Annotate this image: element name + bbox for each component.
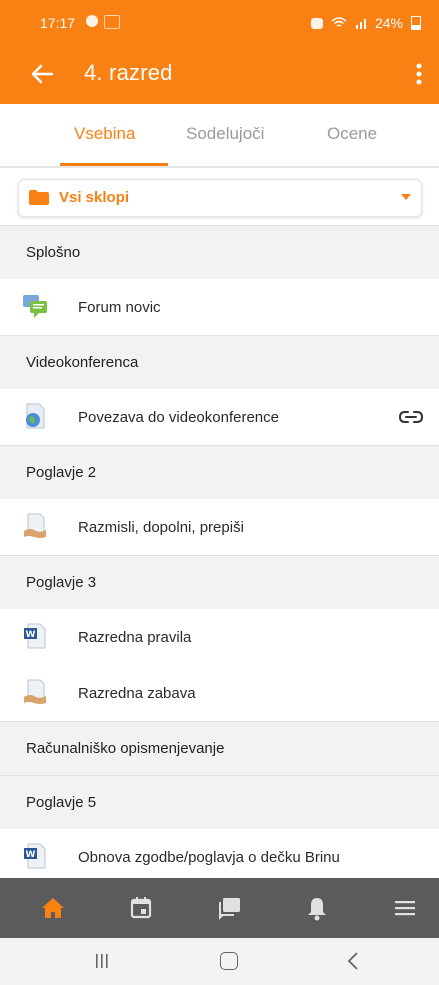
tab-vsebina[interactable]: Vsebina xyxy=(74,124,135,144)
item-label: Forum novic xyxy=(78,299,161,316)
item-label: Povezava do videokonference xyxy=(78,409,279,426)
section-title: Poglavje 2 xyxy=(26,464,97,481)
page-title: 4. razred xyxy=(84,60,173,85)
folder-icon xyxy=(29,190,49,205)
battery-icon xyxy=(411,16,421,30)
system-home-icon[interactable] xyxy=(220,952,238,970)
alarm-icon xyxy=(310,17,323,29)
bottom-navigation xyxy=(0,878,439,938)
svg-text:W: W xyxy=(26,850,36,860)
battery-percent: 24% xyxy=(374,15,403,31)
back-arrow-icon[interactable] xyxy=(24,56,60,92)
section-header: Videokonferenca xyxy=(0,335,439,390)
system-back-icon[interactable] xyxy=(346,951,360,971)
section-title: Računalniško opismenjevanje xyxy=(26,740,225,757)
status-time: 17:17 xyxy=(40,15,76,31)
section-filter-dropdown[interactable]: Vsi sklopi xyxy=(18,179,422,217)
item-label: Obnova zgodbe/poglavja o dečku Brinu xyxy=(78,849,340,866)
link-icon[interactable] xyxy=(399,407,423,427)
messages-icon[interactable] xyxy=(214,893,244,923)
section-header: Poglavje 5 xyxy=(0,775,439,830)
item-label: Razredna zabava xyxy=(78,685,196,702)
section-header: Splošno xyxy=(0,225,439,280)
signal-icon xyxy=(355,19,366,29)
more-options-icon[interactable] xyxy=(407,56,431,92)
recent-apps-icon[interactable] xyxy=(95,954,109,968)
tab-ocene[interactable]: Ocene xyxy=(327,124,377,144)
wifi-icon xyxy=(331,17,347,27)
tab-bar: Vsebina Sodelujoči Ocene xyxy=(0,104,439,168)
filter-selected-value: Vsi sklopi xyxy=(59,189,130,206)
assignment-icon xyxy=(24,513,46,538)
url-icon xyxy=(26,403,45,429)
gallery-icon xyxy=(104,15,120,29)
item-label: Razredna pravila xyxy=(78,629,192,646)
list-item-forum-novic[interactable]: Forum novic xyxy=(0,279,439,336)
svg-text:W: W xyxy=(26,630,36,640)
section-title: Poglavje 5 xyxy=(26,794,97,811)
item-label: Razmisli, dopolni, prepiši xyxy=(78,519,244,536)
notification-icon xyxy=(86,15,98,27)
active-tab-indicator xyxy=(60,163,168,166)
menu-icon[interactable] xyxy=(390,893,420,923)
status-bar: 17:17 24% xyxy=(0,0,439,44)
list-item-razmisli-dopolni-prepisi[interactable]: Razmisli, dopolni, prepiši xyxy=(0,499,439,556)
notifications-icon[interactable] xyxy=(302,893,332,923)
tab-sodelujoci[interactable]: Sodelujoči xyxy=(186,124,264,144)
word-document-icon: W xyxy=(24,623,46,649)
list-item-razredna-zabava[interactable]: Razredna zabava xyxy=(0,665,439,722)
app-bar: 4. razred xyxy=(0,44,439,104)
calendar-icon[interactable] xyxy=(126,893,156,923)
section-header: Računalniško opismenjevanje xyxy=(0,721,439,776)
section-title: Splošno xyxy=(26,244,81,261)
home-icon[interactable] xyxy=(38,893,68,923)
assignment-icon xyxy=(24,679,46,704)
list-item-povezava-videokonference[interactable]: Povezava do videokonference xyxy=(0,389,439,446)
list-item-razredna-pravila[interactable]: W Razredna pravila xyxy=(0,609,439,666)
system-navigation-bar xyxy=(0,938,439,985)
section-title: Poglavje 3 xyxy=(26,574,97,591)
section-title: Videokonferenca xyxy=(26,354,139,371)
section-header: Poglavje 2 xyxy=(0,445,439,500)
word-document-icon: W xyxy=(24,843,46,869)
section-header: Poglavje 3 xyxy=(0,555,439,610)
chevron-down-icon xyxy=(401,194,411,200)
status-right: 24% xyxy=(310,15,421,31)
forum-icon xyxy=(23,295,47,318)
